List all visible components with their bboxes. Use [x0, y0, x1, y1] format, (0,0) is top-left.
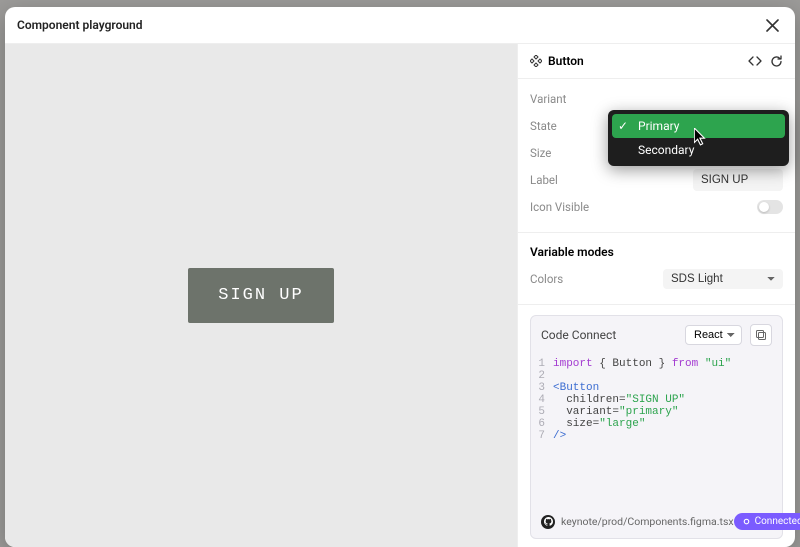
- size-label: Size: [530, 146, 551, 160]
- preview-canvas[interactable]: SIGN UP: [5, 44, 517, 547]
- variant-option-primary[interactable]: ✓ Primary: [612, 114, 785, 138]
- row-colors: Colors SDS Light: [530, 265, 783, 292]
- iconvisible-label: Icon Visible: [530, 200, 589, 214]
- variant-option-secondary[interactable]: Secondary: [612, 138, 785, 162]
- check-icon: ✓: [618, 119, 630, 133]
- code-connect-section: Code Connect React 1import { Button } fr…: [518, 305, 795, 547]
- code-card: Code Connect React 1import { Button } fr…: [530, 315, 783, 539]
- iconvisible-toggle[interactable]: [757, 200, 783, 214]
- state-label: State: [530, 119, 557, 133]
- connected-badge: Connected: [734, 513, 800, 530]
- close-button[interactable]: [761, 14, 783, 36]
- component-name-row: Button: [530, 54, 584, 68]
- label-label: Label: [530, 173, 558, 187]
- modal-header: Component playground: [5, 7, 795, 44]
- colors-label: Colors: [530, 272, 563, 286]
- close-icon: [766, 19, 779, 32]
- component-name: Button: [548, 54, 584, 68]
- variable-modes-section: Variable modes Colors SDS Light: [518, 233, 795, 305]
- copy-icon: [755, 329, 767, 341]
- colors-select[interactable]: SDS Light: [663, 269, 783, 289]
- variable-modes-title: Variable modes: [518, 233, 795, 263]
- modal-title: Component playground: [17, 18, 143, 32]
- properties-panel: Button Variant State Size Large: [517, 44, 795, 547]
- code-body[interactable]: 1import { Button } from "ui" 2 3<Button …: [531, 354, 782, 507]
- variant-label: Variant: [530, 92, 566, 106]
- panel-header-actions: [748, 54, 783, 68]
- row-label: Label: [530, 166, 783, 193]
- component-playground-modal: Component playground SIGN UP Button V: [5, 7, 795, 547]
- row-icon-visible: Icon Visible: [530, 193, 783, 220]
- panel-header: Button: [518, 44, 795, 79]
- code-footer: keynote/prod/Components.figma.tsx Connec…: [531, 507, 782, 538]
- code-header: Code Connect React: [531, 316, 782, 354]
- plug-icon: [742, 517, 751, 526]
- code-toggle-button[interactable]: [748, 54, 762, 68]
- code-source-path: keynote/prod/Components.figma.tsx: [561, 515, 734, 528]
- code-icon: [748, 54, 762, 68]
- preview-button[interactable]: SIGN UP: [188, 268, 333, 323]
- copy-code-button[interactable]: [750, 324, 772, 346]
- component-icon: [530, 55, 542, 67]
- code-title: Code Connect: [541, 328, 616, 342]
- label-input[interactable]: [693, 169, 783, 191]
- modal-body: SIGN UP Button Variant State: [5, 44, 795, 547]
- github-icon: [541, 515, 555, 529]
- reset-icon: [770, 55, 783, 68]
- variant-dropdown[interactable]: ✓ Primary Secondary: [608, 110, 789, 166]
- code-source[interactable]: keynote/prod/Components.figma.tsx: [541, 515, 734, 529]
- code-lang-select[interactable]: React: [685, 325, 742, 345]
- row-variant: Variant: [530, 85, 783, 112]
- reset-button[interactable]: [770, 54, 783, 68]
